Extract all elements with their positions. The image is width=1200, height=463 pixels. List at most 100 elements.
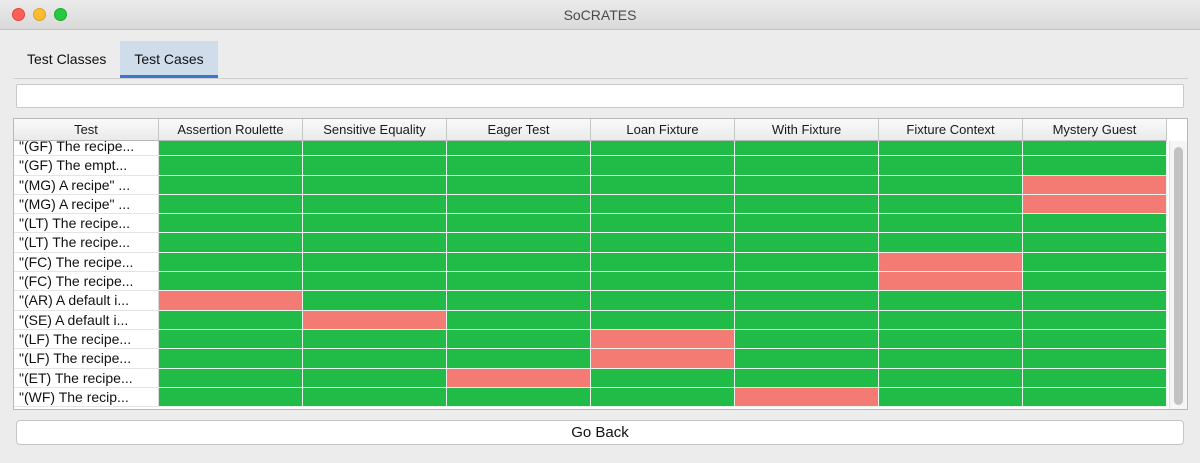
smell-clean-cell <box>303 214 447 234</box>
test-name-cell: "(LF) The recipe... <box>14 329 159 350</box>
smell-clean-cell <box>447 194 591 215</box>
table-row[interactable]: "(ET) The recipe... <box>14 368 1167 388</box>
smell-clean-cell <box>879 175 1023 195</box>
table-row[interactable]: "(FC) The recipe... <box>14 272 1167 292</box>
table-row[interactable]: "(LT) The recipe... <box>14 233 1167 253</box>
smell-clean-cell <box>1023 156 1167 176</box>
smell-clean-cell <box>1023 272 1167 292</box>
table-row[interactable]: "(FC) The recipe... <box>14 252 1167 273</box>
smell-detected-cell <box>879 272 1023 292</box>
smell-clean-cell <box>447 141 591 157</box>
column-header[interactable]: Sensitive Equality <box>303 119 447 141</box>
smell-clean-cell <box>159 272 303 292</box>
smell-clean-cell <box>735 368 879 388</box>
tab-divider <box>13 78 1188 79</box>
smell-clean-cell <box>591 310 735 330</box>
smell-clean-cell <box>879 194 1023 215</box>
smell-clean-cell <box>735 310 879 330</box>
table-row[interactable]: "(LT) The recipe... <box>14 214 1167 234</box>
smell-clean-cell <box>735 194 879 215</box>
test-name-cell: "(MG) A recipe" ... <box>14 194 159 215</box>
smell-clean-cell <box>303 291 447 311</box>
smell-clean-cell <box>879 214 1023 234</box>
test-name-cell: "(SE) A default i... <box>14 310 159 330</box>
table-row[interactable]: "(AR) A default i... <box>14 291 1167 311</box>
smell-clean-cell <box>447 272 591 292</box>
smell-clean-cell <box>591 141 735 157</box>
smell-clean-cell <box>159 141 303 157</box>
smell-clean-cell <box>879 368 1023 388</box>
table-row[interactable]: "(LF) The recipe... <box>14 349 1167 369</box>
test-name-cell: "(ET) The recipe... <box>14 368 159 388</box>
smell-clean-cell <box>1023 291 1167 311</box>
table-row[interactable]: "(LF) The recipe... <box>14 329 1167 350</box>
smell-detected-cell <box>591 349 735 369</box>
smell-clean-cell <box>159 156 303 176</box>
smell-clean-cell <box>303 368 447 388</box>
smell-clean-cell <box>1023 329 1167 350</box>
smell-clean-cell <box>447 349 591 369</box>
smell-detected-cell <box>1023 175 1167 195</box>
smell-clean-cell <box>303 272 447 292</box>
table-body[interactable]: "(GF) The recipe... "(GF) The empt... "(MG… <box>14 141 1169 409</box>
smell-clean-cell <box>879 291 1023 311</box>
smell-clean-cell <box>591 214 735 234</box>
column-header[interactable]: Test <box>14 119 159 141</box>
smell-clean-cell <box>303 156 447 176</box>
smell-clean-cell <box>591 252 735 273</box>
smell-clean-cell <box>591 233 735 253</box>
smell-detected-cell <box>735 387 879 408</box>
smell-clean-cell <box>879 349 1023 369</box>
smell-clean-cell <box>447 233 591 253</box>
table-row[interactable]: "(MG) A recipe" ... <box>14 175 1167 195</box>
table-row[interactable]: "(GF) The recipe... <box>14 141 1167 157</box>
table-row[interactable]: "(MG) A recipe" ... <box>14 194 1167 215</box>
test-name-cell: "(FC) The recipe... <box>14 252 159 273</box>
smell-clean-cell <box>879 310 1023 330</box>
go-back-button[interactable]: Go Back <box>16 420 1184 445</box>
column-header[interactable]: Eager Test <box>447 119 591 141</box>
smell-clean-cell <box>447 310 591 330</box>
smell-clean-cell <box>159 252 303 273</box>
smell-clean-cell <box>447 252 591 273</box>
test-name-cell: "(MG) A recipe" ... <box>14 175 159 195</box>
column-header[interactable]: With Fixture <box>735 119 879 141</box>
test-name-cell: "(LT) The recipe... <box>14 214 159 234</box>
smell-clean-cell <box>1023 387 1167 408</box>
smell-detected-cell <box>447 368 591 388</box>
smell-clean-cell <box>735 349 879 369</box>
tab-test-cases[interactable]: Test Cases <box>120 41 218 78</box>
smell-clean-cell <box>447 156 591 176</box>
vertical-scrollbar[interactable] <box>1169 141 1187 409</box>
scrollbar-thumb[interactable] <box>1174 147 1183 405</box>
column-header[interactable]: Assertion Roulette <box>159 119 303 141</box>
smell-clean-cell <box>303 194 447 215</box>
smell-clean-cell <box>591 194 735 215</box>
smell-clean-cell <box>591 272 735 292</box>
table-row[interactable]: "(SE) A default i... <box>14 310 1167 330</box>
smell-clean-cell <box>591 175 735 195</box>
column-header[interactable]: Mystery Guest <box>1023 119 1167 141</box>
tab-test-classes[interactable]: Test Classes <box>13 41 120 78</box>
smell-clean-cell <box>159 349 303 369</box>
test-name-cell: "(WF) The recip... <box>14 387 159 408</box>
table-row[interactable]: "(WF) The recip... <box>14 387 1167 408</box>
smell-clean-cell <box>159 214 303 234</box>
smell-clean-cell <box>591 156 735 176</box>
smell-clean-cell <box>303 141 447 157</box>
test-name-cell: "(AR) A default i... <box>14 291 159 311</box>
smell-clean-cell <box>879 141 1023 157</box>
filter-input[interactable] <box>16 84 1184 108</box>
smell-clean-cell <box>735 291 879 311</box>
smell-clean-cell <box>735 233 879 253</box>
smell-clean-cell <box>1023 141 1167 157</box>
smell-detected-cell <box>1023 194 1167 215</box>
test-smells-table: Test Assertion Roulette Sensitive Equality… <box>13 118 1188 410</box>
column-header[interactable]: Fixture Context <box>879 119 1023 141</box>
smell-clean-cell <box>879 233 1023 253</box>
smell-detected-cell <box>303 310 447 330</box>
smell-clean-cell <box>735 329 879 350</box>
table-row[interactable]: "(GF) The empt... <box>14 156 1167 176</box>
column-header[interactable]: Loan Fixture <box>591 119 735 141</box>
smell-clean-cell <box>735 272 879 292</box>
